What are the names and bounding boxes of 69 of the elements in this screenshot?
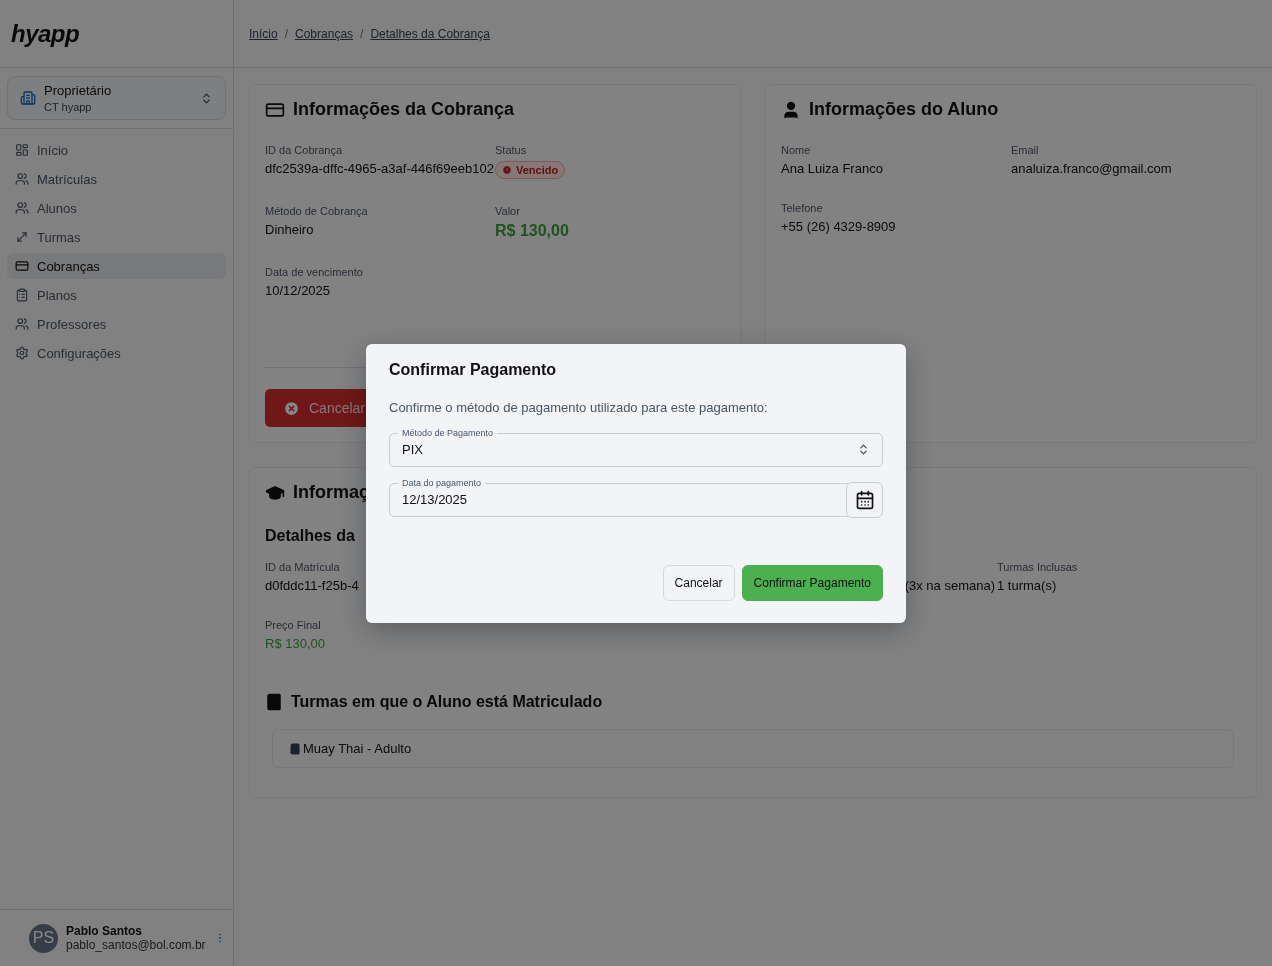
field-value: d0fddc11-f25b-4: [265, 578, 359, 593]
people-icon: [15, 201, 29, 215]
user-avatar: PS: [29, 923, 58, 953]
field-value: (3x na semana): [904, 578, 995, 593]
field-label: ID da Cobrança: [265, 144, 343, 156]
breadcrumb-link[interactable]: Cobranças: [295, 26, 354, 41]
field-value: dfc2539a-dffc-4965-a3af-446f69eeb102: [265, 161, 494, 176]
building-icon: [20, 90, 36, 106]
sidebar-item[interactable]: Professores: [7, 311, 226, 337]
sidebar-item[interactable]: Alunos: [7, 195, 226, 221]
calendar-icon: [854, 489, 875, 510]
field-label: Turmas Inclusas: [997, 561, 1078, 573]
field-label: Nome: [781, 144, 811, 156]
sidebar-item[interactable]: Configurações: [7, 340, 226, 366]
field-value: 10/12/2025: [265, 283, 331, 298]
breadcrumb-link[interactable]: Detalhes da Cobrança: [370, 26, 490, 41]
field-label: Valor: [495, 205, 520, 217]
sidebar-item[interactable]: Matrículas: [7, 166, 226, 192]
credit-card-icon: [15, 259, 29, 273]
chevrons-icon: [200, 91, 213, 105]
field-label: Método de Cobrança: [265, 205, 368, 217]
field-label: Data de vencimento: [265, 266, 363, 278]
card-title: Informações do Aluno: [809, 99, 999, 120]
account-org: CT hyapp: [44, 101, 93, 113]
cancel-button[interactable]: Cancelar: [662, 564, 735, 601]
confirm-button[interactable]: Confirmar Pagamento: [741, 564, 883, 601]
sidebar-item[interactable]: Turmas: [7, 224, 226, 250]
sidebar-item[interactable]: Planos: [7, 282, 226, 308]
dashboard-icon: [15, 143, 29, 157]
book-icon: [289, 742, 301, 755]
field-value: +55 (26) 4329-8909: [781, 219, 896, 234]
sidebar-item[interactable]: Cobranças: [7, 253, 226, 279]
people-icon: [15, 317, 29, 331]
field-label: Preço Final: [265, 619, 321, 631]
user-email: pablo_santos@bol.com.br: [66, 938, 206, 952]
people-icon: [15, 172, 29, 186]
card-title: Informações da Cobrança: [293, 99, 515, 120]
clipboard-icon: [15, 288, 29, 302]
breadcrumb-link[interactable]: Início: [249, 26, 278, 41]
field-value: 1 turma(s): [997, 578, 1057, 593]
field-label: Status: [495, 144, 527, 156]
field-value: Dinheiro: [265, 222, 314, 237]
app-logo: hyapp: [0, 0, 233, 68]
section-title: Turmas em que o Aluno está Matriculado: [291, 693, 603, 711]
field-label: Telefone: [781, 202, 823, 214]
dialog-title: Confirmar Pagamento: [389, 360, 558, 379]
section-subtitle: Detalhes da: [265, 527, 356, 545]
close-circle-icon: [283, 399, 300, 417]
class-item[interactable]: Muay Thai - Adulto: [272, 729, 1234, 768]
breadcrumb-separator: /: [284, 26, 289, 41]
field-label: Email: [1011, 144, 1039, 156]
field-label: ID da Matrícula: [265, 561, 340, 573]
status-badge: Vencido: [495, 161, 566, 179]
field-value: R$ 130,00: [495, 222, 569, 240]
diagonal-arrow-icon: [15, 230, 29, 244]
account-role: Proprietário: [44, 83, 113, 98]
account-selector[interactable]: Proprietário CT hyapp: [7, 76, 226, 120]
person-icon: [781, 99, 801, 120]
breadcrumb-separator: /: [360, 26, 364, 41]
field-value: Ana Luiza Franco: [781, 161, 883, 176]
field-value: analuiza.franco@gmail.com: [1011, 161, 1172, 176]
sidebar-item[interactable]: Início: [7, 137, 226, 163]
calendar-button[interactable]: [846, 481, 883, 518]
card-title: Informaç: [293, 482, 370, 503]
settings-icon: [15, 346, 29, 360]
user-name: Pablo Santos: [66, 924, 143, 938]
book-icon: [265, 693, 283, 711]
field-value: R$ 130,00: [265, 636, 325, 651]
chevrons-icon: [857, 443, 870, 456]
